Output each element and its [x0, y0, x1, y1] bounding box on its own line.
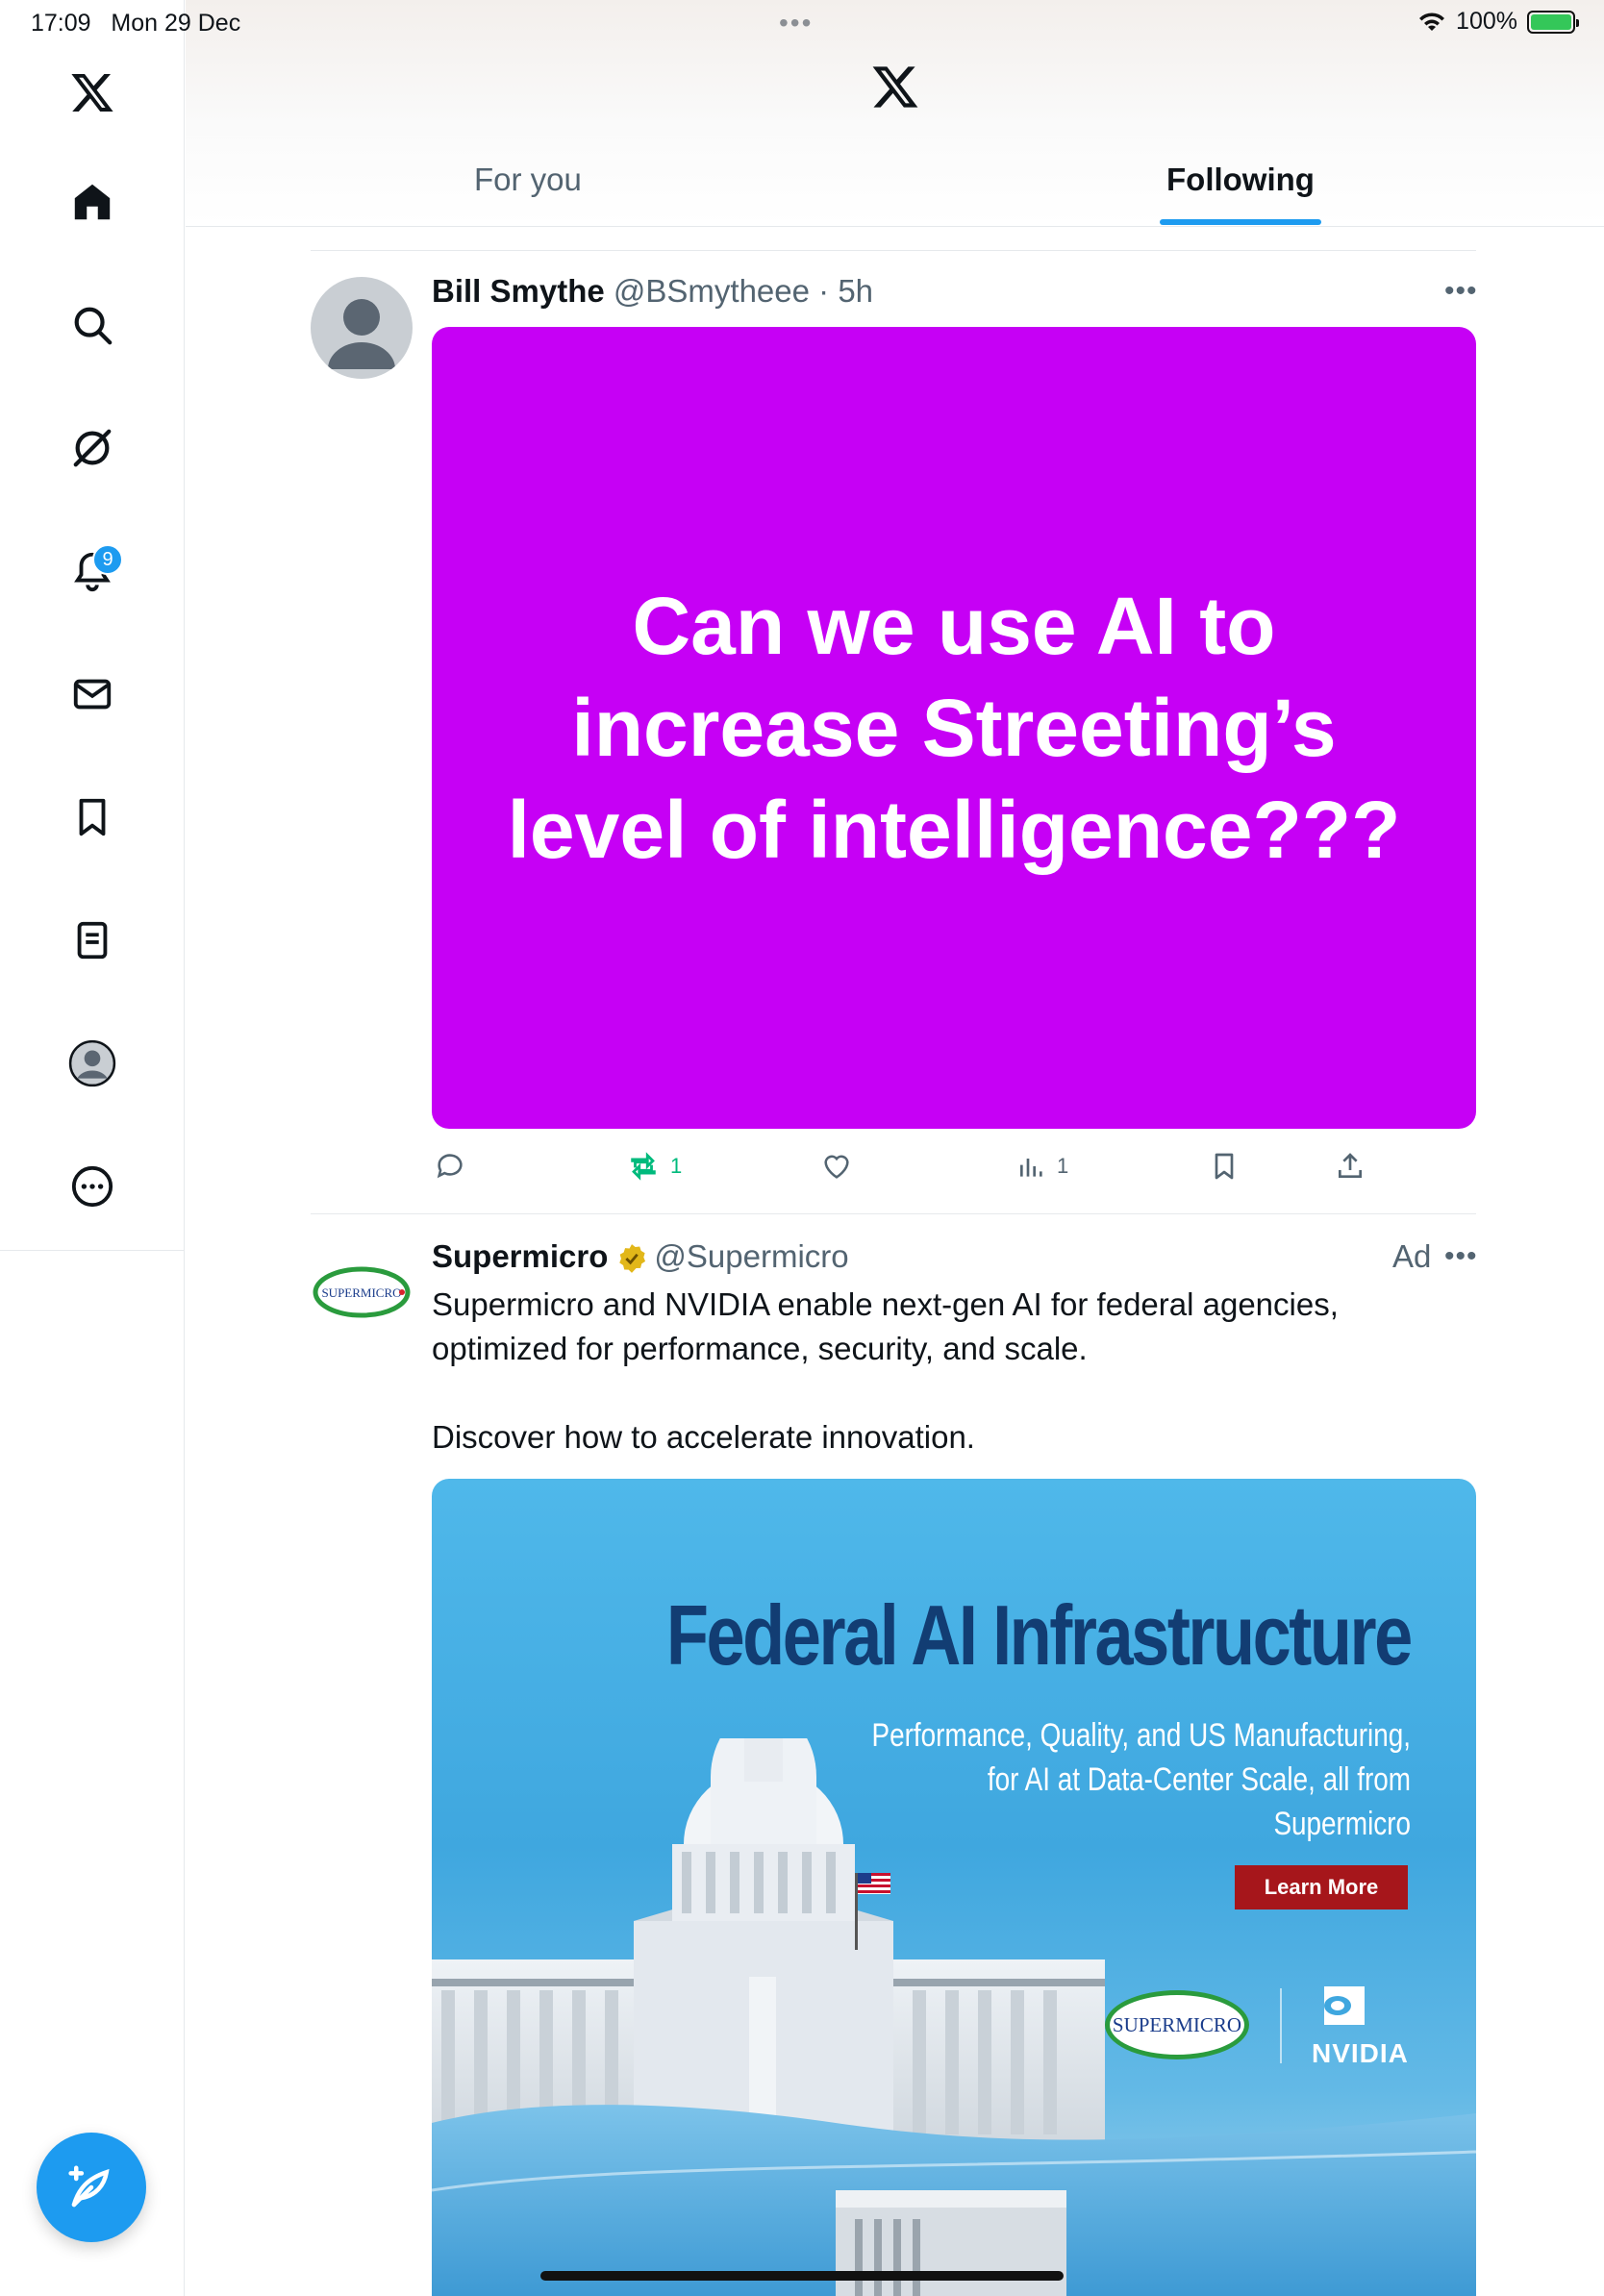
tweet-more-icon[interactable]: •••	[1444, 1240, 1478, 1273]
status-bar: 17:09 Mon 29 Dec ••• 100%	[0, 0, 1604, 46]
tab-following[interactable]: Following	[1166, 162, 1315, 198]
tweet-header: Bill Smythe @BSmytheee · 5h	[432, 273, 873, 310]
profile-icon[interactable]	[62, 1033, 123, 1094]
tab-for-you[interactable]: For you	[474, 162, 582, 198]
wifi-icon	[1419, 12, 1445, 31]
sidebar: 9	[0, 0, 185, 2296]
share-icon	[1339, 1153, 1362, 1178]
ad-logo-divider	[1280, 1988, 1282, 2063]
tweet-author-handle[interactable]: @Supermicro	[654, 1238, 848, 1274]
more-icon[interactable]	[62, 1156, 123, 1217]
ad-subtitle-line: for AI at Data-Center Scale, all from Su…	[987, 1761, 1411, 1842]
verified-gold-badge-icon	[619, 1244, 646, 1274]
supermicro-avatar-text: SUPERMICRO	[321, 1285, 401, 1300]
views-icon	[1020, 1159, 1042, 1177]
tweet-image-text: Can we use AI to increase Streeting’s le…	[507, 581, 1401, 875]
tweet-more-icon[interactable]: •••	[1444, 275, 1478, 308]
tweet-text-line: Supermicro and NVIDIA enable next-gen AI…	[432, 1286, 1339, 1322]
reply-button[interactable]	[434, 1150, 466, 1183]
bookmark-icon	[1215, 1153, 1234, 1180]
tweet-author-name[interactable]: Supermicro	[432, 1238, 608, 1274]
views-button[interactable]: 1	[1016, 1150, 1068, 1183]
x-header-logo-icon	[870, 62, 920, 116]
feed-divider	[311, 250, 1476, 251]
learn-more-button[interactable]: Learn More	[1235, 1865, 1408, 1909]
ad-subtitle: Performance, Quality, and US Manufacturi…	[859, 1713, 1411, 1846]
lists-icon[interactable]	[62, 910, 123, 971]
retweet-count: 1	[670, 1154, 683, 1178]
tweet-text-line: optimized for performance, security, and…	[432, 1331, 1088, 1366]
tweet-time[interactable]: · 5h	[818, 273, 873, 309]
ad-subtitle-line: Performance, Quality, and US Manufacturi…	[871, 1717, 1411, 1754]
heart-icon	[824, 1155, 849, 1179]
supermicro-logo: SUPERMICRO	[1105, 1990, 1249, 2059]
compose-button[interactable]	[37, 2133, 146, 2242]
status-time: 17:09 Mon 29 Dec	[31, 10, 241, 37]
battery-icon	[1527, 10, 1579, 34]
search-icon[interactable]	[62, 294, 123, 356]
reply-icon	[437, 1154, 463, 1179]
tab-following-indicator	[1160, 219, 1321, 225]
sidebar-divider	[0, 1250, 185, 1251]
ad-label: Ad	[1392, 1238, 1432, 1274]
compose-icon	[68, 2165, 110, 2208]
home-icon[interactable]	[62, 171, 123, 233]
tweet-text-line: Discover how to accelerate innovation.	[432, 1419, 975, 1455]
nvidia-eye-icon	[1324, 1986, 1365, 2025]
avatar[interactable]: SUPERMICRO	[311, 1240, 413, 1342]
bookmark-button[interactable]	[1209, 1150, 1240, 1183]
messages-icon[interactable]	[62, 663, 123, 725]
ad-title: Federal AI Infrastructure	[666, 1587, 1413, 1683]
avatar[interactable]	[311, 277, 413, 379]
tweet-author-handle[interactable]: @BSmytheee	[614, 273, 810, 309]
share-button[interactable]	[1335, 1150, 1366, 1183]
tweet-header: Supermicro @Supermicro	[432, 1238, 849, 1275]
battery-percent: 100%	[1456, 8, 1517, 35]
tweet-text: Supermicro and NVIDIA enable next-gen AI…	[432, 1283, 1339, 1460]
home-indicator	[540, 2271, 1064, 2281]
tweet-author-name[interactable]: Bill Smythe	[432, 273, 605, 309]
views-count: 1	[1057, 1154, 1069, 1178]
x-logo-icon[interactable]	[62, 62, 123, 123]
tweet-image[interactable]: Can we use AI to increase Streeting’s le…	[432, 327, 1476, 1129]
ad-image[interactable]: Federal AI Infrastructure Performance, Q…	[432, 1479, 1476, 2296]
status-right: 100%	[1417, 8, 1579, 36]
retweet-button[interactable]: 1	[626, 1150, 682, 1183]
notifications-icon[interactable]: 9	[62, 540, 123, 602]
retweet-icon	[631, 1152, 656, 1181]
multitasking-dots-icon[interactable]: •••	[779, 8, 813, 38]
nvidia-logo-text: NVIDIA	[1312, 2038, 1409, 2068]
notifications-badge: 9	[92, 544, 123, 575]
bookmarks-icon[interactable]	[62, 786, 123, 848]
grok-icon[interactable]	[62, 417, 123, 479]
feed-divider	[311, 1213, 1476, 1214]
like-button[interactable]	[820, 1150, 853, 1183]
